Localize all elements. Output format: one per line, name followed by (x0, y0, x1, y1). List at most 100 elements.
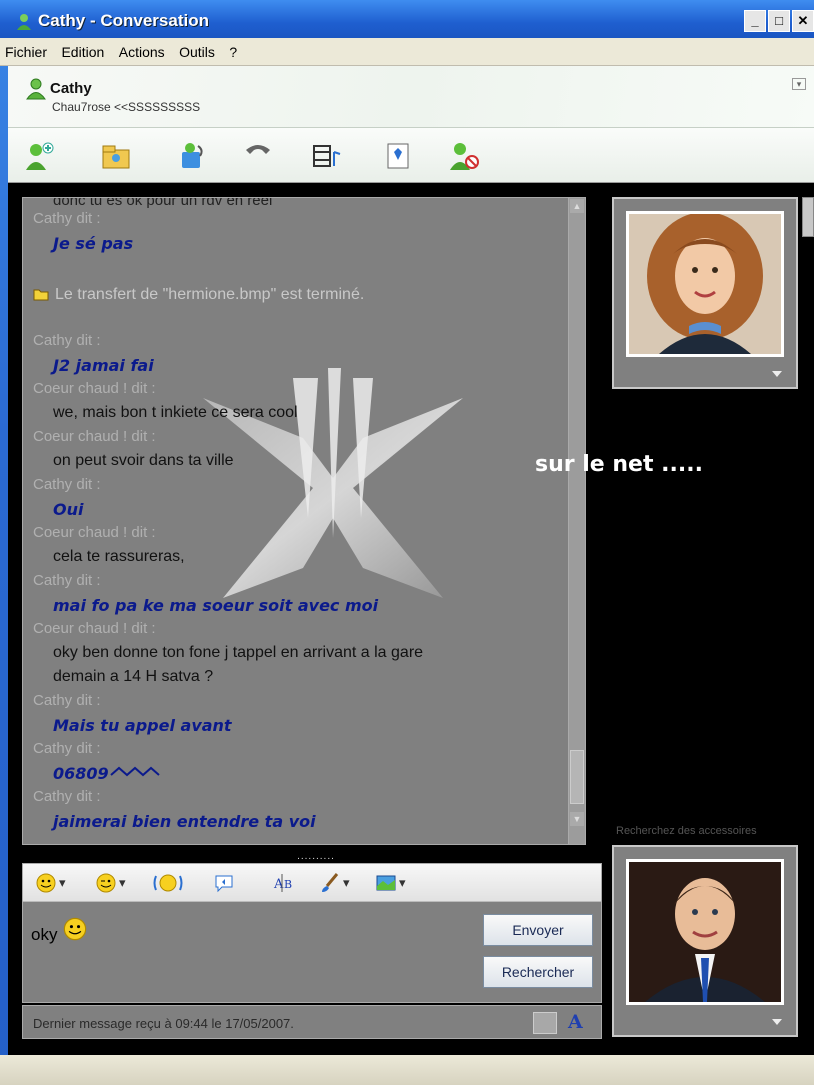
message-text: Mais tu appel avant (53, 716, 232, 735)
message-text: oky ben donne ton fone j tappel en arriv… (53, 644, 424, 661)
message-input[interactable]: oky (31, 916, 88, 945)
message-text: we, mais bon t inkiete ce sera cool (53, 404, 298, 421)
message-header: Coeur chaud ! dit : (33, 620, 156, 637)
title-bar[interactable]: Cathy - Conversation _ □ ✕ (0, 0, 814, 38)
message-text: J2 jamai fai (53, 356, 154, 375)
contact-avatar[interactable] (626, 211, 784, 357)
window-controls: _ □ ✕ (744, 10, 814, 32)
folder-icon (33, 289, 49, 301)
message-history[interactable]: donc tu es ok pour un rdv en réel Cathy … (22, 197, 586, 845)
contact-photo (629, 214, 781, 354)
close-button[interactable]: ✕ (792, 10, 814, 32)
font-button[interactable]: AB (273, 871, 297, 895)
user-photo (629, 862, 781, 1002)
maximize-button[interactable]: □ (768, 10, 790, 32)
contact-status-icon (26, 78, 46, 100)
background-icon (376, 875, 396, 891)
brush-icon (322, 873, 339, 892)
contact-avatar-panel (612, 197, 798, 389)
message-text-continued: demain a 14 H satva ? (53, 668, 214, 685)
message-header: Cathy dit : (33, 210, 101, 227)
menu-actions[interactable]: Actions (114, 38, 170, 60)
message-text: on peut svoir dans ta ville (53, 452, 234, 469)
message-header: Cathy dit : (33, 572, 101, 589)
message-text: cela te rassureras, (53, 548, 185, 565)
history-cutoff-line: donc tu es ok pour un rdv en réel (53, 197, 273, 209)
menu-fichier[interactable]: Fichier (0, 38, 52, 60)
speech-icon (215, 875, 233, 893)
file-transfer-text: Le transfert de "hermione.bmp" est termi… (55, 286, 365, 303)
message-text: mai fo pa ke ma soeur soit avec moi (53, 596, 379, 615)
user-avatar[interactable] (626, 859, 784, 1005)
menu-outils[interactable]: Outils (174, 38, 220, 60)
message-text: Je sé pas (53, 234, 134, 253)
nudge-icon (153, 874, 183, 892)
message-input-text: oky (31, 925, 58, 944)
message-header: Cathy dit : (33, 476, 101, 493)
nudge-button[interactable] (153, 871, 183, 895)
message-header: Coeur chaud ! dit : (33, 524, 156, 541)
avatar-menu-icon[interactable] (772, 371, 782, 377)
handwriting-icon[interactable] (533, 1012, 557, 1034)
pane-splitter[interactable]: .......... (286, 851, 346, 862)
status-bar: Dernier message reçu à 09:44 le 17/05/20… (22, 1005, 602, 1039)
message-header: Coeur chaud ! dit : (33, 428, 156, 445)
message-header: Cathy dit : (33, 788, 101, 805)
file-transfer-notice: Le transfert de "hermione.bmp" est termi… (33, 286, 364, 304)
message-text: Oui (53, 500, 84, 519)
smiley-emoticon-icon (63, 917, 87, 941)
contact-personal-message: Chau7rose <<SSSSSSSSS (52, 100, 201, 114)
format-toolbar: ▾ ▾ AB ▾ ▾ (23, 864, 601, 902)
conversation-area: donc tu es ok pour un rdv en réel Cathy … (8, 183, 814, 1055)
side-panel-scroll-handle[interactable] (802, 197, 814, 237)
message-header: Cathy dit : (33, 332, 101, 349)
message-header: Cathy dit : (33, 692, 101, 709)
wink-icon (96, 873, 116, 893)
messenger-icon (17, 14, 31, 30)
message-header: Coeur chaud ! dit : (33, 380, 156, 397)
history-scrollbar[interactable]: ▲ ▼ (568, 198, 585, 844)
svg-text:B: B (284, 878, 292, 891)
smiley-icon (36, 873, 56, 893)
message-composer: ▾ ▾ AB ▾ ▾ oky Envoyer Rechercher (22, 863, 602, 1003)
contact-header: Cathy Chau7rose <<SSSSSSSSS ▾ (8, 66, 814, 128)
message-text: 06809 (53, 764, 165, 783)
contact-name: Cathy (50, 80, 92, 97)
phone-icon[interactable] (240, 138, 276, 174)
avatar-menu-icon[interactable] (772, 1019, 782, 1025)
scribble-mark (110, 766, 160, 777)
scroll-thumb[interactable] (570, 750, 584, 804)
block-contact-icon[interactable] (446, 138, 482, 174)
search-button[interactable]: Rechercher (483, 956, 593, 988)
window-bottom-edge (0, 1055, 814, 1085)
ink-brush-picker[interactable]: ▾ (319, 871, 350, 895)
message-text: jaimerai bien entendre ta voi (53, 812, 316, 831)
window-title: Cathy - Conversation (38, 11, 209, 30)
message-header: Cathy dit : (33, 740, 101, 757)
share-folder-icon[interactable] (98, 138, 134, 174)
scroll-up-icon[interactable]: ▲ (570, 199, 584, 213)
scroll-down-icon[interactable]: ▼ (570, 812, 584, 826)
menu-bar: Fichier Edition Actions Outils ? (0, 38, 814, 66)
minimize-button[interactable]: _ (744, 10, 766, 32)
media-icon[interactable] (308, 138, 344, 174)
video-call-icon[interactable] (174, 138, 210, 174)
font-style-icon: AB (273, 874, 292, 892)
overlay-caption: sur le net ..... (535, 452, 703, 477)
add-contact-icon[interactable] (22, 138, 58, 174)
accessories-link[interactable]: Recherchez des accessoires (616, 825, 757, 837)
emoticon-picker[interactable]: ▾ (35, 871, 66, 895)
voice-clip-button[interactable] (213, 871, 235, 895)
last-message-status: Dernier message reçu à 09:44 le 17/05/20… (33, 1016, 294, 1031)
user-avatar-panel (612, 845, 798, 1037)
text-mode-icon[interactable]: A (568, 1011, 583, 1033)
games-icon[interactable] (380, 138, 416, 174)
background-picker[interactable]: ▾ (375, 871, 406, 895)
menu-edition[interactable]: Edition (56, 38, 109, 60)
phone-number-text: 06809 (53, 764, 109, 783)
send-button[interactable]: Envoyer (483, 914, 593, 946)
wink-picker[interactable]: ▾ (95, 871, 126, 895)
collapse-icon[interactable]: ▾ (792, 78, 806, 90)
action-toolbar (8, 128, 814, 183)
menu-help[interactable]: ? (224, 38, 242, 60)
